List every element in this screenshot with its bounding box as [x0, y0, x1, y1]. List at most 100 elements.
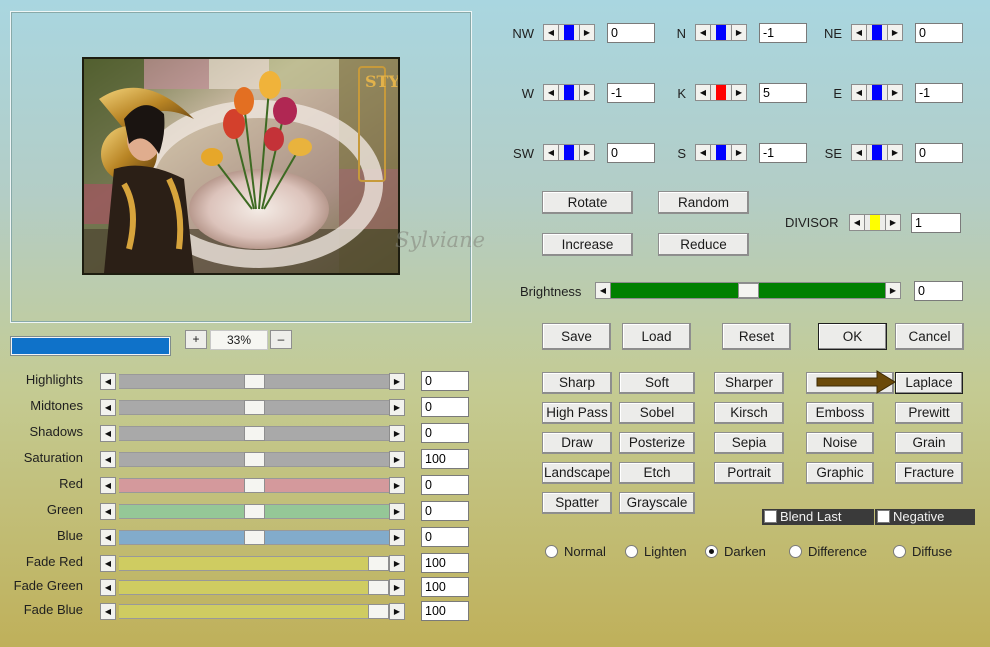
slider-value-field[interactable]: 0 — [421, 423, 469, 443]
slider-right-arrow[interactable]: ▶ — [389, 425, 405, 442]
preset-grayscale-button[interactable]: Grayscale — [619, 492, 695, 514]
kernel-increase-arrow[interactable]: ▶ — [579, 144, 595, 161]
slider-left-arrow[interactable]: ◀ — [100, 503, 116, 520]
kernel-increase-arrow[interactable]: ▶ — [887, 144, 903, 161]
kernel-value-field[interactable]: -1 — [759, 143, 807, 163]
slider-thumb[interactable] — [244, 452, 265, 467]
slider-right-arrow[interactable]: ▶ — [389, 399, 405, 416]
kernel-thumb[interactable] — [564, 25, 574, 40]
slider-value-field[interactable]: 100 — [421, 553, 469, 573]
preset-grain-button[interactable]: Grain — [895, 432, 963, 454]
kernel-increase-arrow[interactable]: ▶ — [887, 84, 903, 101]
slider-left-arrow[interactable]: ◀ — [100, 399, 116, 416]
slider-thumb[interactable] — [244, 530, 265, 545]
preset-sharper-button[interactable]: Sharper — [714, 372, 784, 394]
slider-value-field[interactable]: 0 — [421, 371, 469, 391]
slider-right-arrow[interactable]: ▶ — [389, 503, 405, 520]
slider-left-arrow[interactable]: ◀ — [100, 451, 116, 468]
slider-right-arrow[interactable]: ▶ — [389, 477, 405, 494]
slider-track[interactable] — [119, 530, 389, 545]
kernel-increase-arrow[interactable]: ▶ — [731, 144, 747, 161]
kernel-thumb[interactable] — [872, 85, 882, 100]
kernel-value-field[interactable]: 0 — [915, 143, 963, 163]
cancel-button[interactable]: Cancel — [895, 323, 964, 350]
slider-value-field[interactable]: 0 — [421, 397, 469, 417]
brightness-right-arrow[interactable]: ▶ — [885, 282, 901, 299]
slider-left-arrow[interactable]: ◀ — [100, 425, 116, 442]
blend-last-option[interactable]: Blend Last — [762, 509, 874, 525]
slider-track[interactable] — [119, 374, 389, 389]
random-button[interactable]: Random — [658, 191, 749, 214]
radio-indicator[interactable] — [789, 545, 802, 558]
divisor-increase-arrow[interactable]: ▶ — [885, 214, 901, 231]
preset-noise-button[interactable]: Noise — [806, 432, 874, 454]
preset-sharp-button[interactable]: Sharp — [542, 372, 612, 394]
slider-track[interactable] — [119, 426, 389, 441]
radio-indicator[interactable] — [893, 545, 906, 558]
kernel-decrease-arrow[interactable]: ◀ — [851, 144, 867, 161]
slider-thumb[interactable] — [244, 426, 265, 441]
kernel-decrease-arrow[interactable]: ◀ — [543, 144, 559, 161]
brightness-left-arrow[interactable]: ◀ — [595, 282, 611, 299]
slider-thumb[interactable] — [368, 580, 389, 595]
preset-sepia-button[interactable]: Sepia — [714, 432, 784, 454]
kernel-thumb[interactable] — [716, 85, 726, 100]
slider-right-arrow[interactable]: ▶ — [389, 555, 405, 572]
preset-prewitt-button[interactable]: Prewitt — [895, 402, 963, 424]
slider-value-field[interactable]: 0 — [421, 501, 469, 521]
preset-high-pass-button[interactable]: High Pass — [542, 402, 612, 424]
slider-left-arrow[interactable]: ◀ — [100, 529, 116, 546]
slider-right-arrow[interactable]: ▶ — [389, 579, 405, 596]
preset-kirsch-button[interactable]: Kirsch — [714, 402, 784, 424]
kernel-value-field[interactable]: 0 — [607, 143, 655, 163]
radio-indicator[interactable] — [625, 545, 638, 558]
preset-graphic-button[interactable]: Graphic — [806, 462, 874, 484]
slider-right-arrow[interactable]: ▶ — [389, 529, 405, 546]
kernel-value-field[interactable]: 0 — [607, 23, 655, 43]
slider-left-arrow[interactable]: ◀ — [100, 373, 116, 390]
kernel-increase-arrow[interactable]: ▶ — [579, 24, 595, 41]
kernel-thumb[interactable] — [872, 145, 882, 160]
slider-thumb[interactable] — [244, 400, 265, 415]
brightness-field[interactable]: 0 — [914, 281, 963, 301]
kernel-increase-arrow[interactable]: ▶ — [731, 84, 747, 101]
slider-track[interactable] — [119, 478, 389, 493]
kernel-decrease-arrow[interactable]: ◀ — [543, 24, 559, 41]
reduce-button[interactable]: Reduce — [658, 233, 749, 256]
preset-draw-button[interactable]: Draw — [542, 432, 612, 454]
slider-left-arrow[interactable]: ◀ — [100, 579, 116, 596]
slider-thumb[interactable] — [244, 504, 265, 519]
kernel-thumb[interactable] — [716, 25, 726, 40]
kernel-decrease-arrow[interactable]: ◀ — [851, 24, 867, 41]
kernel-increase-arrow[interactable]: ▶ — [887, 24, 903, 41]
kernel-value-field[interactable]: -1 — [607, 83, 655, 103]
preset-portrait-button[interactable]: Portrait — [714, 462, 784, 484]
negative-checkbox[interactable] — [877, 510, 890, 523]
kernel-thumb[interactable] — [564, 145, 574, 160]
reset-button[interactable]: Reset — [722, 323, 791, 350]
increase-button[interactable]: Increase — [542, 233, 633, 256]
preset-landscape-button[interactable]: Landscape — [542, 462, 612, 484]
divisor-decrease-arrow[interactable]: ◀ — [849, 214, 865, 231]
kernel-thumb[interactable] — [872, 25, 882, 40]
preset-emboss-button[interactable]: Emboss — [806, 402, 874, 424]
kernel-decrease-arrow[interactable]: ◀ — [851, 84, 867, 101]
radio-indicator[interactable] — [705, 545, 718, 558]
slider-track[interactable] — [119, 452, 389, 467]
preset-soft-button[interactable]: Soft — [619, 372, 695, 394]
kernel-thumb[interactable] — [716, 145, 726, 160]
save-button[interactable]: Save — [542, 323, 611, 350]
brightness-track[interactable] — [611, 282, 885, 299]
kernel-thumb[interactable] — [564, 85, 574, 100]
preset-fracture-button[interactable]: Fracture — [895, 462, 963, 484]
preset-sobel-button[interactable]: Sobel — [619, 402, 695, 424]
slider-left-arrow[interactable]: ◀ — [100, 477, 116, 494]
slider-thumb[interactable] — [368, 604, 389, 619]
slider-track[interactable] — [119, 504, 389, 519]
kernel-decrease-arrow[interactable]: ◀ — [695, 24, 711, 41]
kernel-increase-arrow[interactable]: ▶ — [731, 24, 747, 41]
kernel-increase-arrow[interactable]: ▶ — [579, 84, 595, 101]
preset-spatter-button[interactable]: Spatter — [542, 492, 612, 514]
slider-right-arrow[interactable]: ▶ — [389, 603, 405, 620]
slider-left-arrow[interactable]: ◀ — [100, 555, 116, 572]
